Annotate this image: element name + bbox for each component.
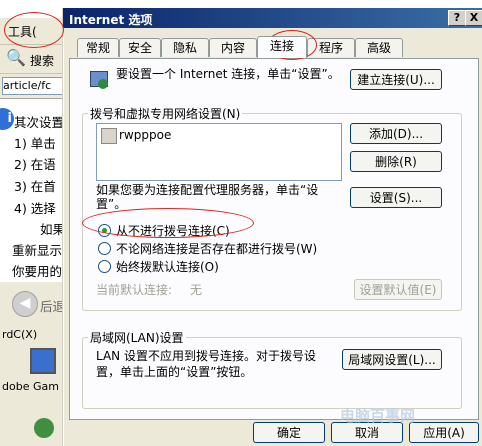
tab-security[interactable]: 安全 [119,38,161,57]
default-connection-label: 当前默认连接: [96,283,173,297]
radio-dial-whenever-label: 不论网络连接是否存在都进行拨号(W) [116,242,318,256]
delete-button[interactable]: 删除(R) [350,151,442,172]
tab-privacy[interactable]: 隐私 [161,38,209,57]
address-bar: article/fc [0,74,66,99]
settings-button[interactable]: 设置(S)... [350,187,442,208]
tab-content[interactable]: 内容 [209,38,257,57]
lan-text-2: 置，单击上面的“设置”按钮。 [96,365,253,379]
help-button[interactable]: ? [448,10,466,26]
article-line: 你要用的 [12,264,63,279]
status-text: rdC(X) [2,328,38,341]
lan-settings-button[interactable]: 局域网设置(L)... [342,349,442,370]
connections-panel: 要设置一个 Internet 连接，单击“设置”。 建立连接(U)... 拨号和… [69,58,479,420]
annotation-ellipse [82,208,254,238]
radio-dial-whenever[interactable] [98,242,111,255]
lan-text-1: LAN 设置不应用到拨号连接。对于拨号设 [96,349,316,363]
watermark: 电脑百事网 [340,407,416,425]
setup-text-line: 要设置一个 Internet 连接，单击“设置”。 [116,67,346,82]
tab-strip: 常规 安全 隐私 内容 连接 程序 高级 [67,36,477,58]
ok-button[interactable]: 确定 [253,422,325,443]
monitor-icon [30,348,56,374]
tab-general[interactable]: 常规 [77,38,119,57]
article-line: 其次设置 [14,115,65,130]
globe-icon [34,418,54,438]
background-browser: 工具( 🔍 搜索 article/fc i 其次设置 1) 单击 2) 在语 3… [0,0,66,446]
connection-list[interactable]: rwpppoe [96,123,342,181]
toolbar-search[interactable]: 搜索 [30,52,54,69]
default-connection-value: 无 [190,283,203,297]
set-default-button[interactable]: 设置默认值(E) [354,279,442,300]
browser-toolbar: 🔍 搜索 [0,45,66,74]
lan-group-label: 局域网(LAN)设置 [88,329,186,346]
dialup-group-label: 拨号和虚拟专用网络设置(N) [88,105,243,122]
dialog-title: Internet 选项 [69,13,153,27]
address-input[interactable]: article/fc [2,77,66,95]
desktop-item-label: dobe Gam [2,380,59,393]
info-icon: i [0,108,14,130]
setup-text: 要设置一个 Internet 连接，单击“设置”。 [116,67,340,81]
article-line: 1) 单击 [14,136,56,151]
radio-always-default-label: 始终拨默认连接(O) [116,260,219,274]
radio-always-default[interactable] [98,260,111,273]
proxy-text: 如果您要为连接配置代理服务器，单击“设置”。 [96,183,319,211]
connection-icon [101,128,117,144]
search-icon[interactable]: 🔍 [6,48,26,67]
close-button[interactable]: X [465,10,482,26]
tab-connections[interactable]: 连接 [257,36,307,58]
setup-connection-button[interactable]: 建立连接(U)... [350,69,442,90]
add-button[interactable]: 添加(D)... [350,123,442,144]
article-line: 重新显示 [12,243,63,258]
article-line: 2) 在语 [14,157,56,172]
annotation-ellipse [4,12,64,48]
network-globe-icon [88,69,110,91]
article-line: 4) 选择 [14,201,56,216]
apply-button[interactable]: 应用(A) [409,422,479,443]
back-arrow-icon[interactable]: ◀ [12,291,38,317]
title-bar: Internet 选项 ? X [63,8,482,28]
tab-advanced[interactable]: 高级 [355,38,403,57]
article-line: 3) 在首 [14,179,56,194]
connection-entry[interactable]: rwpppoe [119,128,171,142]
